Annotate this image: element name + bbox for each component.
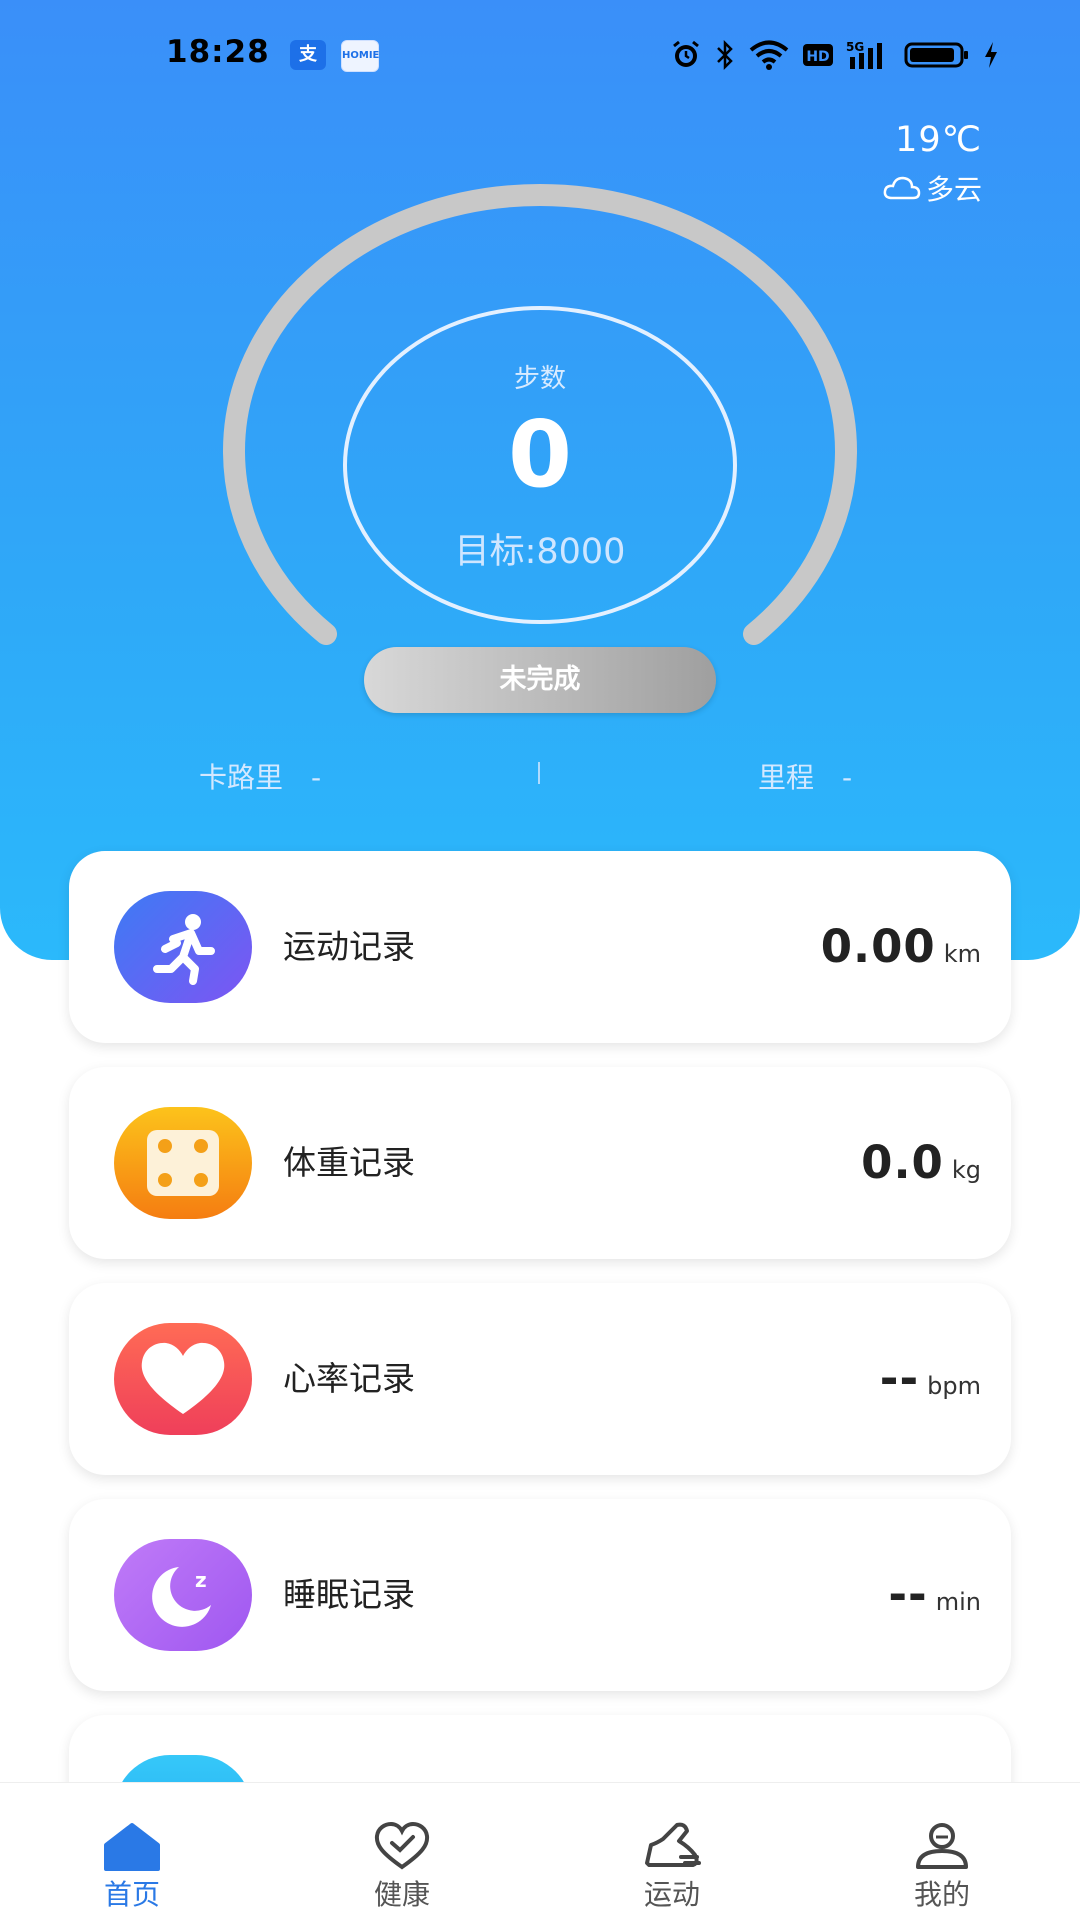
sleep-unit: min: [935, 1588, 981, 1616]
distance-label: 里程: [758, 761, 815, 794]
running-icon: [114, 891, 252, 1003]
card-title: 运动记录: [283, 927, 415, 966]
steps-value: 0: [507, 401, 572, 508]
moon-icon: z: [114, 1539, 252, 1651]
heart-rate-record-card[interactable]: 心率记录 -- bpm: [69, 1283, 1011, 1475]
user-icon: [916, 1823, 968, 1869]
tab-profile[interactable]: 我的: [882, 1783, 1002, 1913]
home-icon: [104, 1823, 160, 1871]
sleep-record-card[interactable]: z 睡眠记录 -- min: [69, 1499, 1011, 1691]
card-title: 睡眠记录: [283, 1575, 415, 1614]
step-gauge: [223, 184, 857, 645]
heart-icon: [114, 1323, 252, 1435]
tab-label: 我的: [913, 1878, 970, 1911]
weight-value: 0.0: [861, 1136, 944, 1189]
exercise-distance-value: 0.00: [820, 920, 936, 973]
card-title: 体重记录: [283, 1143, 415, 1182]
calories-label: 卡路里: [199, 761, 284, 794]
card-title: 心率记录: [283, 1359, 415, 1398]
calories-value: -: [311, 761, 322, 794]
tab-label: 首页: [103, 1878, 160, 1911]
tab-label: 运动: [643, 1878, 700, 1911]
heart-rate-unit: bpm: [927, 1372, 981, 1400]
bottom-tab-bar: 首页 健康 运动 我的: [0, 1782, 1080, 1921]
weight-record-card[interactable]: 体重记录 0.0 kg: [69, 1067, 1011, 1259]
goal-status-button[interactable]: 未完成: [364, 647, 716, 713]
heart-check-icon: [374, 1821, 430, 1870]
card-value: -- min: [888, 1499, 981, 1701]
card-value: 0.0 kg: [861, 1067, 981, 1269]
card-value: 0.00 km: [821, 851, 981, 1053]
tab-label: 健康: [373, 1878, 430, 1911]
sleep-value: --: [888, 1568, 928, 1621]
distance-metric: 里程 -: [758, 756, 852, 796]
card-value: -- bpm: [880, 1283, 981, 1485]
weight-unit: kg: [951, 1156, 981, 1184]
distance-value: -: [842, 761, 853, 794]
steps-goal: 目标:8000: [454, 532, 626, 572]
tab-home[interactable]: 首页: [72, 1783, 192, 1913]
metrics-divider: [538, 762, 540, 784]
calories-metric: 卡路里 -: [199, 756, 321, 796]
tab-health[interactable]: 健康: [342, 1783, 462, 1913]
exercise-distance-unit: km: [943, 940, 981, 968]
svg-text:z: z: [195, 1568, 207, 1592]
steps-label: 步数: [513, 364, 566, 394]
exercise-record-card[interactable]: 运动记录 0.00 km: [69, 851, 1011, 1043]
scale-icon: [114, 1107, 252, 1219]
tab-exercise[interactable]: 运动: [612, 1783, 732, 1913]
shoe-icon: [645, 1822, 701, 1867]
heart-rate-value: --: [879, 1352, 920, 1405]
